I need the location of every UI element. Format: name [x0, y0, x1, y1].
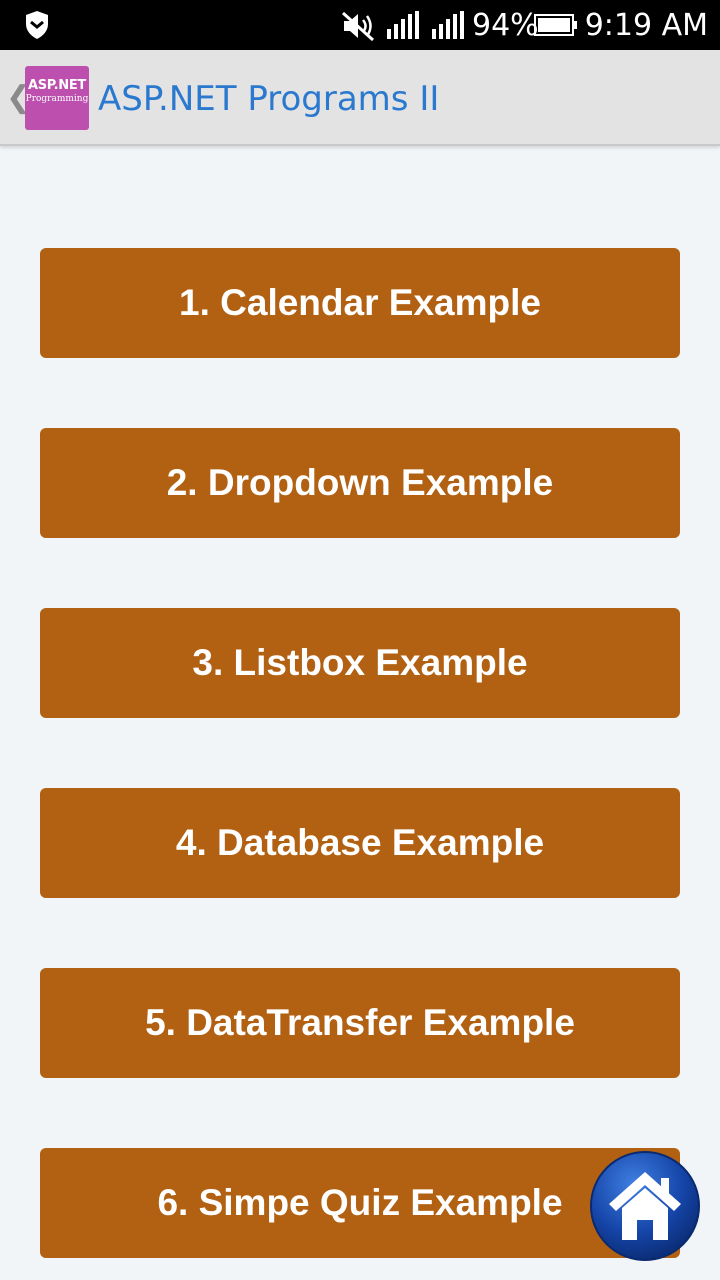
menu-button-label: 3. Listbox Example [192, 642, 528, 683]
battery-percent: 94% [472, 8, 539, 43]
menu-button-label: 2. Dropdown Example [166, 462, 554, 503]
database-example-button[interactable]: 4. Database Example [40, 788, 680, 898]
listbox-example-button[interactable]: 3. Listbox Example [40, 608, 680, 718]
quiz-example-button[interactable]: 6. Simpe Quiz Example [40, 1148, 680, 1258]
mute-icon [341, 11, 375, 42]
signal-icon [387, 11, 419, 39]
logo-line1: ASP.NET [27, 78, 87, 93]
app-logo[interactable]: ASP.NET Programming [25, 66, 89, 130]
home-button[interactable] [589, 1150, 701, 1262]
app-title: ASP.NET Programs II [98, 79, 440, 119]
action-bar: ❮ ASP.NET Programming ASP.NET Programs I… [0, 50, 720, 146]
battery-icon [534, 14, 577, 36]
shield-icon [26, 11, 48, 39]
menu-button-label: 1. Calendar Example [179, 282, 541, 323]
clock: 9:19 AM [584, 8, 708, 43]
dropdown-example-button[interactable]: 2. Dropdown Example [40, 428, 680, 538]
datatransfer-example-button[interactable]: 5. DataTransfer Example [40, 968, 680, 1078]
logo-line2: Programming [25, 94, 89, 104]
menu-button-label: 5. DataTransfer Example [145, 1002, 575, 1043]
menu-button-label: 6. Simpe Quiz Example [157, 1182, 563, 1223]
menu-button-label: 4. Database Example [175, 822, 545, 863]
calendar-example-button[interactable]: 1. Calendar Example [40, 248, 680, 358]
signal-icon [432, 11, 464, 39]
status-bar: 94% 9:19 AM [0, 0, 720, 50]
